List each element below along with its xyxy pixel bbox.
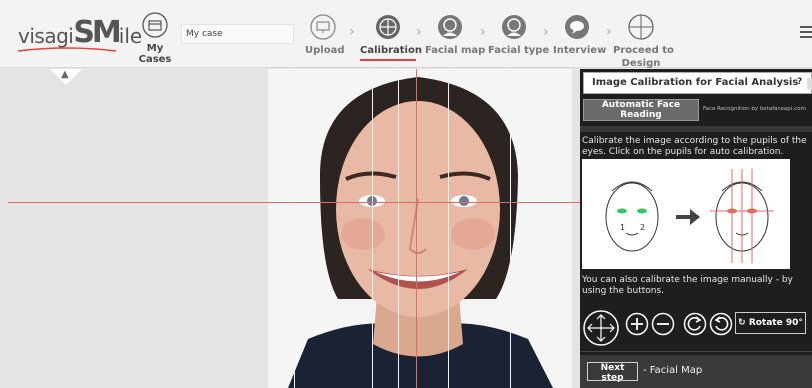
step-upload[interactable]: Upload [305,14,345,57]
crosshair-icon [628,14,654,40]
step-proceed-design[interactable]: Proceed to Design [613,14,674,70]
step-interview[interactable]: Interview [553,14,607,57]
next-step-text: - Facial Map [643,365,703,376]
step-facial-type[interactable]: Facial type [488,14,550,57]
manual-calibration-text: You can also calibrate the image manuall… [582,275,793,296]
panel-header: Image Calibration for Facial Analysis ? [583,72,812,94]
rotate-90-label: Rotate 90° [748,317,803,328]
recognition-credit: Face Recognition by betafaceapi.com [703,106,806,112]
guide-line-vertical [448,69,449,388]
globe-icon [376,15,400,39]
chevron-right-icon: › [416,24,422,40]
chat-icon [565,15,589,39]
patient-photo[interactable] [268,69,572,388]
step-upload-label: Upload [305,45,345,56]
top-bar: visagiSMile My Cases Upload › Calibratio… [0,0,812,70]
panel-footer: Next step - Facial Map [580,355,812,388]
face-icon [438,15,462,39]
my-cases-label: My Cases [138,43,172,65]
step-calibration-label: Calibration [360,45,422,56]
rotate-90-button[interactable]: ↻ Rotate 90° [735,312,806,334]
guide-line-vertical [398,69,399,388]
calibration-panel: Image Calibration for Facial Analysis ? … [580,69,812,388]
midline-guide[interactable] [416,69,417,388]
step-facial-map-label: Facial map [425,45,486,56]
chevron-right-icon: › [606,24,612,40]
hamburger-icon[interactable] [800,26,812,41]
step-facial-map[interactable]: Facial map [425,14,486,57]
step-calibration[interactable]: Calibration [360,14,422,61]
panel-divider [580,126,812,132]
close-tab[interactable] [807,78,812,89]
instruction-text: Calibrate the image according to the pup… [582,136,807,157]
chevron-up-icon: ▲ [61,69,69,80]
logo-swoosh [18,47,117,52]
guide-line-vertical [294,69,295,388]
chevron-right-icon: › [543,24,549,40]
step-interview-label: Interview [553,45,607,56]
calibration-diagram-illustration: 1 2 [605,169,774,263]
folder-icon [142,12,168,38]
rotate-right-icon[interactable] [709,312,733,336]
logo: visagi SM ile [18,15,143,50]
rotate-left-icon[interactable] [683,312,707,336]
guide-line-vertical [372,69,373,388]
active-step-underline [360,59,416,61]
calibration-diagram: 1 2 [582,159,790,269]
my-cases-button[interactable]: My Cases [132,12,178,65]
help-button[interactable]: ? [797,77,802,87]
pupil-label-1: 1 [620,223,625,232]
panel-divider [580,351,812,352]
move-icon[interactable] [582,309,620,347]
rotate-icon: ↻ [738,317,746,328]
guide-line-vertical [510,69,511,388]
next-step-button[interactable]: Next step [587,362,638,383]
chevron-right-icon: › [480,24,486,40]
pupil-line-guide[interactable] [8,202,580,203]
monitor-icon [310,14,336,40]
image-canvas[interactable]: ▲ [0,69,580,388]
zoom-out-icon[interactable] [651,312,675,336]
zoom-in-icon[interactable] [625,312,649,336]
chevron-right-icon: › [349,24,355,40]
face-icon [502,15,526,39]
panel-title: Image Calibration for Facial Analysis [592,77,799,88]
step-facial-type-label: Facial type [488,45,550,56]
case-name-input[interactable] [181,24,294,44]
pupil-label-2: 2 [640,223,645,232]
auto-face-reading-button[interactable]: Automatic Face Reading [583,99,699,121]
step-proceed-label: Proceed to [613,45,674,56]
face-photo-illustration [268,69,572,388]
